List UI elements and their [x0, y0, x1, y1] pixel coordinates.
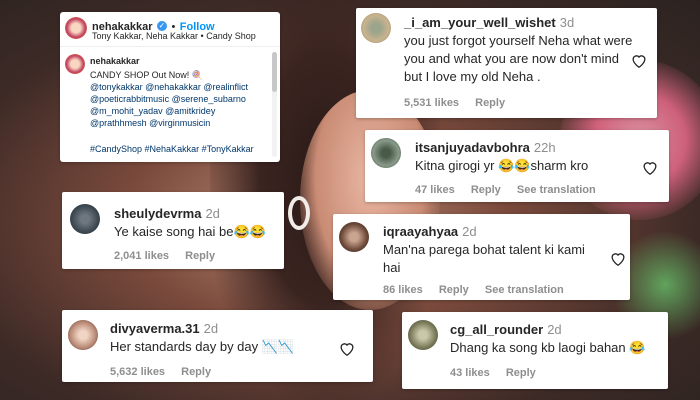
- likes-count[interactable]: 5,531 likes: [404, 97, 459, 109]
- comment-meta: 5,531 likes Reply: [404, 97, 518, 109]
- comment-card: cg_all_rounder 2d Dhang ka song kb laogi …: [402, 312, 668, 389]
- comment-card: divyaverma.31 2d Her standards day by day…: [62, 310, 373, 382]
- comment-meta: 2,041 likes Reply: [114, 250, 228, 262]
- comment-username[interactable]: divyaverma.31 2d: [110, 321, 218, 336]
- heart-icon[interactable]: [609, 250, 627, 266]
- comment-meta: 47 likes Reply See translation: [415, 184, 609, 196]
- reply-link[interactable]: Reply: [506, 367, 536, 379]
- comment-text: Man'na parega bohat talent ki kami hai: [383, 242, 585, 275]
- reply-link[interactable]: Reply: [439, 284, 469, 296]
- scrollbar[interactable]: [272, 52, 277, 157]
- caption-mentions-4[interactable]: @prathhmesh @virginmusicin: [90, 117, 270, 129]
- avatar[interactable]: [68, 320, 98, 350]
- avatar[interactable]: [408, 320, 438, 350]
- avatar[interactable]: [70, 204, 100, 234]
- comment-card: iqraayahyaa 2d Man'na parega bohat talent…: [333, 214, 630, 300]
- avatar[interactable]: [339, 222, 369, 252]
- comment-card: sheulydevrma 2d Ye kaise song hai be😂😂 2,…: [62, 192, 284, 269]
- likes-count[interactable]: 86 likes: [383, 284, 423, 296]
- comment-text: Ye kaise song hai be😂😂: [114, 224, 266, 239]
- comment-card: _i_am_your_well_wishet 3d you just forgot…: [356, 8, 657, 118]
- see-translation-link[interactable]: See translation: [517, 184, 596, 196]
- reply-link[interactable]: Reply: [185, 250, 215, 262]
- likes-count[interactable]: 2,041 likes: [114, 250, 169, 262]
- reply-link[interactable]: Reply: [475, 97, 505, 109]
- likes-count[interactable]: 47 likes: [415, 184, 455, 196]
- likes-count[interactable]: 5,632 likes: [110, 366, 165, 378]
- caption-mentions-1[interactable]: @tonykakkar @nehakakkar @realinflict: [90, 81, 270, 93]
- heart-icon[interactable]: [641, 159, 659, 175]
- comment-username[interactable]: _i_am_your_well_wishet 3d: [404, 15, 574, 30]
- reply-link[interactable]: Reply: [181, 366, 211, 378]
- caption-username[interactable]: nehakakkar: [90, 56, 140, 66]
- see-translation-link[interactable]: See translation: [485, 284, 564, 296]
- comment-meta: 5,632 likes Reply: [110, 366, 224, 378]
- comment-text: Kitna girogi yr 😂😂sharm kro: [415, 158, 589, 173]
- comment-card: itsanjuyadavbohra 22h Kitna girogi yr 😂😂s…: [365, 130, 669, 202]
- avatar[interactable]: [371, 138, 401, 168]
- comment-username[interactable]: sheulydevrma 2d: [114, 206, 220, 221]
- scrollbar-thumb[interactable]: [272, 52, 277, 92]
- caption-mentions-2[interactable]: @poeticrabbitmusic @serene_subarno: [90, 93, 270, 105]
- heart-icon[interactable]: [338, 340, 356, 356]
- background-earring: [288, 196, 310, 230]
- comment-username[interactable]: iqraayahyaa 2d: [383, 224, 477, 239]
- post-caption: CANDY SHOP Out Now! 🍭 @tonykakkar @nehak…: [90, 69, 270, 155]
- comment-username[interactable]: itsanjuyadavbohra 22h: [415, 140, 556, 155]
- comment-meta: 43 likes Reply: [450, 367, 549, 379]
- comment-text: Dhang ka song kb laogi bahan 😂: [450, 340, 646, 355]
- divider: [60, 46, 280, 47]
- caption-line: CANDY SHOP Out Now! 🍭: [90, 70, 203, 80]
- verified-badge-icon: ✓: [157, 20, 167, 31]
- comment-text: Her standards day by day 📉📉: [110, 339, 295, 354]
- avatar[interactable]: [361, 13, 391, 43]
- comment-text: you just forgot yourself Neha what were …: [404, 33, 633, 84]
- post-subtitle: Tony Kakkar, Neha Kakkar • Candy Shop: [92, 31, 256, 41]
- instagram-post-card: nehakakkar ✓ • Follow Tony Kakkar, Neha …: [60, 12, 280, 162]
- comment-username[interactable]: cg_all_rounder 2d: [450, 322, 562, 337]
- heart-icon[interactable]: [630, 52, 648, 68]
- caption-mentions-3[interactable]: @m_mohit_yadav @amitkridey: [90, 105, 270, 117]
- avatar[interactable]: [65, 17, 87, 39]
- comment-meta: 86 likes Reply See translation: [383, 284, 577, 296]
- reply-link[interactable]: Reply: [471, 184, 501, 196]
- avatar[interactable]: [65, 54, 85, 74]
- likes-count[interactable]: 43 likes: [450, 367, 490, 379]
- caption-hashtags[interactable]: #CandyShop #NehaKakkar #TonyKakkar: [90, 143, 270, 155]
